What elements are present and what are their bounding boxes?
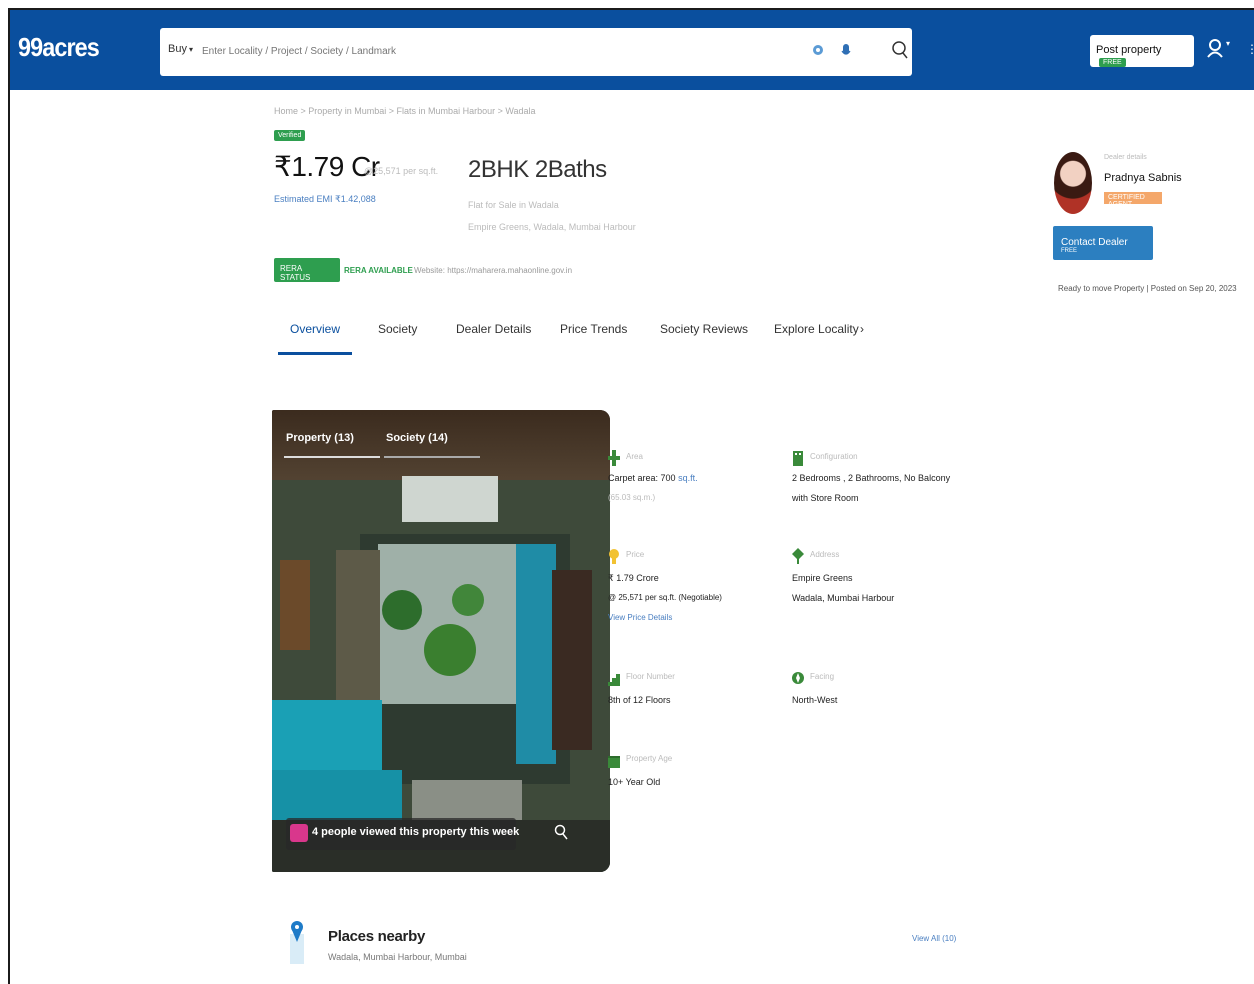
- configuration-line1: 2 Bedrooms , 2 Bathrooms, No Balcony: [792, 473, 951, 483]
- price-per-sqft-detail: @ 25,571 per sq.ft. (Negotiable): [608, 593, 722, 602]
- top-navbar: 99acres Buy▾ Post propertyFREE ▾ ⋮: [10, 10, 1254, 90]
- tab-explore-locality[interactable]: Explore Locality: [774, 322, 859, 336]
- location-pin-icon[interactable]: [812, 44, 824, 58]
- view-all-places-link[interactable]: View All (10): [912, 934, 956, 943]
- gallery-tab-underline: [284, 456, 380, 458]
- emi-link[interactable]: Estimated EMI ₹1.42,088: [274, 194, 376, 205]
- detail-value: Carpet area: 700 sq.ft.: [608, 468, 698, 488]
- places-nearby-title: Places nearby: [328, 928, 425, 945]
- search-icon[interactable]: [890, 39, 910, 61]
- active-tab-indicator: [278, 352, 352, 355]
- detail-facing: Facing North-West: [792, 670, 962, 710]
- page-frame: 99acres Buy▾ Post propertyFREE ▾ ⋮ Home: [8, 8, 1254, 984]
- photo-gallery[interactable]: Property (13) Society (14): [272, 410, 610, 872]
- eye-icon: [290, 824, 308, 842]
- tab-price-trends[interactable]: Price Trends: [560, 322, 627, 336]
- facing-value: North-West: [792, 695, 838, 705]
- search-bar: Buy ▾: [160, 28, 912, 76]
- price-per-sqft: @25,571 per sq.ft.: [364, 166, 439, 176]
- buy-label: Buy: [168, 43, 187, 55]
- building-icon: [793, 451, 803, 466]
- rera-available: RERA AVAILABLE: [344, 266, 413, 275]
- detail-address: Address Empire Greens Wadala, Mumbai Har…: [792, 548, 962, 608]
- logo[interactable]: 99acres: [18, 32, 100, 63]
- detail-label: Floor Number: [626, 672, 675, 681]
- post-property-button[interactable]: Post propertyFREE: [1090, 35, 1194, 67]
- tab-society-reviews[interactable]: Society Reviews: [660, 322, 748, 336]
- address-locality[interactable]: Wadala, Mumbai Harbour: [792, 588, 894, 608]
- chevron-right-icon[interactable]: ›: [860, 322, 864, 336]
- breadcrumb[interactable]: Home > Property in Mumbai > Flats in Mum…: [274, 106, 536, 116]
- rera-website[interactable]: Website: https://maharera.mahaonline.gov…: [414, 266, 572, 275]
- address-project[interactable]: Empire Greens: [792, 568, 853, 588]
- config-subtitle: Flat for Sale in Wadala: [468, 200, 559, 210]
- search-input[interactable]: [202, 40, 762, 62]
- avatar: [1054, 152, 1092, 214]
- dealer-caption: Dealer details: [1104, 154, 1147, 161]
- detail-label: Configuration: [810, 452, 858, 461]
- price-crore: ₹ 1.79 Crore: [608, 573, 659, 583]
- tab-society[interactable]: Society: [378, 322, 417, 336]
- property-age-value: 10+ Year Old: [608, 777, 661, 787]
- view-price-details-link[interactable]: View Price Details: [608, 608, 672, 628]
- unit-selector[interactable]: sq.ft.: [678, 473, 698, 483]
- carpet-area: Carpet area: 700: [608, 473, 676, 483]
- tab-overview[interactable]: Overview: [290, 322, 340, 336]
- gallery-tab-underline: [384, 456, 480, 458]
- gallery-tab-property[interactable]: Property (13): [286, 432, 354, 444]
- chevron-down-icon: ▾: [188, 45, 193, 54]
- detail-area: Area Carpet area: 700 sq.ft. (65.03 sq.m…: [608, 450, 778, 510]
- address-icon: [792, 548, 804, 564]
- detail-label: Area: [626, 452, 643, 461]
- compass-icon: [792, 672, 804, 684]
- post-property-label: Post property: [1096, 44, 1162, 56]
- calendar-icon: [608, 756, 620, 768]
- detail-label: Price: [626, 550, 645, 559]
- map-pin-icon: [290, 921, 304, 964]
- contact-dealer-button[interactable]: Contact Dealer FREE: [1053, 226, 1153, 260]
- free-badge: FREE: [1061, 248, 1078, 254]
- detail-floor: Floor Number 8th of 12 Floors: [608, 670, 778, 710]
- dealer-name[interactable]: Pradnya Sabnis: [1104, 172, 1182, 184]
- property-photo: [272, 410, 610, 872]
- gallery-tab-society[interactable]: Society (14): [386, 432, 448, 444]
- price-tag-icon: [609, 549, 619, 564]
- user-icon[interactable]: [1206, 38, 1224, 58]
- verified-badge: Verified: [274, 130, 306, 141]
- configuration-line2: with Store Room: [792, 493, 859, 503]
- config-title: 2BHK 2Baths: [468, 156, 607, 183]
- detail-label: Property Age: [626, 754, 673, 763]
- buy-dropdown[interactable]: Buy ▾: [168, 43, 193, 55]
- zoom-icon[interactable]: [554, 824, 568, 840]
- floor-value: 8th of 12 Floors: [608, 695, 671, 705]
- config-address: Empire Greens, Wadala, Mumbai Harbour: [468, 222, 636, 232]
- detail-label: Facing: [810, 672, 835, 681]
- area-sqm: (65.03 sq.m.): [608, 493, 656, 502]
- free-badge: FREE: [1099, 57, 1126, 67]
- mic-icon[interactable]: [840, 43, 852, 59]
- area-icon: [608, 450, 620, 466]
- detail-property-age: Property Age 10+ Year Old: [608, 752, 778, 792]
- chevron-down-icon[interactable]: ▾: [1226, 39, 1230, 48]
- detail-price: Price ₹ 1.79 Crore @ 25,571 per sq.ft. (…: [608, 548, 778, 628]
- places-nearby-subtitle: Wadala, Mumbai Harbour, Mumbai: [328, 952, 467, 962]
- more-icon[interactable]: ⋮: [1246, 42, 1254, 56]
- detail-configuration: Configuration 2 Bedrooms , 2 Bathrooms, …: [792, 450, 982, 510]
- views-text: 4 people viewed this property this week: [312, 826, 520, 838]
- dealer-badge: CERTIFIED AGENT: [1104, 192, 1162, 208]
- rera-status-badge[interactable]: RERA STATUS: [274, 258, 340, 282]
- contact-dealer-label: Contact Dealer: [1061, 237, 1128, 248]
- stairs-icon: [608, 674, 620, 686]
- detail-label: Address: [810, 550, 840, 559]
- ready-to-move-line: Ready to move Property | Posted on Sep 2…: [1058, 284, 1237, 293]
- tab-dealer-details[interactable]: Dealer Details: [456, 322, 531, 336]
